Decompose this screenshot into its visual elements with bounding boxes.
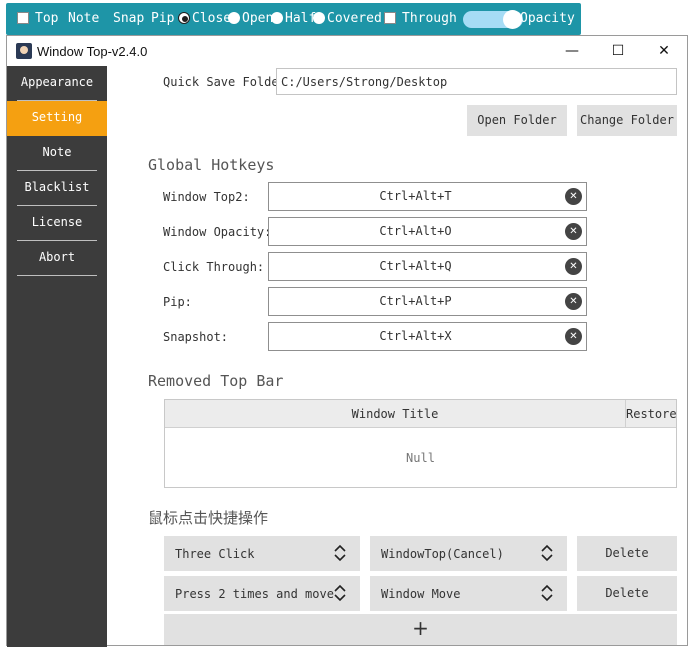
clear-icon[interactable]: ✕ <box>565 328 582 345</box>
sidebar-item-label: Blacklist <box>24 180 90 194</box>
quick-save-value: C:/Users/Strong/Desktop <box>281 75 448 89</box>
clear-icon[interactable]: ✕ <box>565 223 582 240</box>
change-folder-button[interactable]: Change Folder <box>577 105 677 136</box>
hotkey-value: Ctrl+Alt+X <box>379 329 452 343</box>
close-button[interactable]: ✕ <box>641 36 687 66</box>
select-value: Press 2 times and move <box>175 587 334 601</box>
pip-option-open[interactable]: Open <box>242 11 273 26</box>
mouse-trigger-select[interactable]: Three Click <box>164 536 360 571</box>
removed-top-bar-table: Window Title Restore Null <box>164 399 677 488</box>
window-title: Window Top-v2.4.0 <box>37 44 148 59</box>
sidebar-item-label: Note <box>42 145 72 159</box>
hotkey-value: Ctrl+Alt+P <box>379 294 452 308</box>
delete-button[interactable]: Delete <box>577 536 677 571</box>
app-icon <box>16 43 32 59</box>
sidebar-item-setting[interactable]: Setting <box>7 101 107 136</box>
pip-option-covered[interactable]: Covered <box>327 11 382 26</box>
sidebar-item-label: License <box>31 215 83 229</box>
main-window: Window Top-v2.4.0 — ☐ ✕ Appearance Setti… <box>6 35 688 647</box>
pip-radio-open[interactable] <box>228 12 240 24</box>
through-label[interactable]: Through <box>402 11 457 26</box>
select-value: Window Move <box>381 587 461 601</box>
column-header-window-title: Window Title <box>351 407 439 421</box>
global-hotkeys-title: Global Hotkeys <box>148 156 275 174</box>
sidebar-item-note[interactable]: Note <box>7 136 107 171</box>
hotkey-field-window-opacity[interactable]: Ctrl+Alt+O ✕ <box>268 217 587 246</box>
pip-label: Pip <box>151 11 175 26</box>
top-checkbox[interactable] <box>17 12 29 24</box>
sidebar-item-blacklist[interactable]: Blacklist <box>7 171 107 206</box>
sidebar-item-label: Setting <box>31 110 83 124</box>
sidebar-item-label: Appearance <box>20 75 94 89</box>
select-value: WindowTop(Cancel) <box>381 547 504 561</box>
title-bar: Window Top-v2.4.0 — ☐ ✕ <box>7 36 687 66</box>
maximize-button[interactable]: ☐ <box>595 36 641 66</box>
table-empty-text: Null <box>406 451 435 465</box>
mouse-actions-title: 鼠标点击快捷操作 <box>148 509 269 527</box>
mouse-trigger-select[interactable]: Press 2 times and move <box>164 576 360 611</box>
up-down-chevron-icon <box>541 584 553 602</box>
pip-option-half[interactable]: Half <box>285 11 316 26</box>
mouse-action-select[interactable]: WindowTop(Cancel) <box>370 536 567 571</box>
pip-radio-half[interactable] <box>271 12 283 24</box>
pip-option-close[interactable]: Close <box>192 11 231 26</box>
note-button[interactable]: Note <box>68 11 99 26</box>
hotkey-label-window-top: Window Top2: <box>163 190 250 204</box>
pip-radio-covered[interactable] <box>313 12 325 24</box>
minimize-button[interactable]: — <box>549 36 595 66</box>
clear-icon[interactable]: ✕ <box>565 258 582 275</box>
sidebar-item-appearance[interactable]: Appearance <box>7 66 107 101</box>
delete-button[interactable]: Delete <box>577 576 677 611</box>
hotkey-field-click-through[interactable]: Ctrl+Alt+Q ✕ <box>268 252 587 281</box>
divider <box>17 275 97 276</box>
hotkey-field-window-top[interactable]: Ctrl+Alt+T ✕ <box>268 182 587 211</box>
sidebar: Appearance Setting Note Blacklist Licens… <box>7 66 107 647</box>
pip-radio-close[interactable] <box>178 12 190 24</box>
select-value: Three Click <box>175 547 255 561</box>
hotkey-label-snapshot: Snapshot: <box>163 330 229 344</box>
removed-top-bar-title: Removed Top Bar <box>148 372 284 390</box>
hotkey-label-pip: Pip: <box>163 295 192 309</box>
floating-top-bar: Top Note Snap Pip Close Open Half Covere… <box>6 3 581 35</box>
opacity-label: Opacity <box>520 11 575 26</box>
sidebar-item-label: Abort <box>38 250 76 264</box>
top-label[interactable]: Top <box>35 11 58 26</box>
open-folder-button[interactable]: Open Folder <box>467 105 567 136</box>
hotkey-label-window-opacity: Window Opacity: <box>163 225 272 239</box>
hotkey-value: Ctrl+Alt+Q <box>379 259 452 273</box>
hotkey-field-pip[interactable]: Ctrl+Alt+P ✕ <box>268 287 587 316</box>
add-button[interactable]: + <box>164 614 677 645</box>
through-checkbox[interactable] <box>384 12 396 24</box>
column-header-restore: Restore <box>626 407 677 421</box>
up-down-chevron-icon <box>334 584 346 602</box>
quick-save-label: Quick Save Folder: <box>163 75 294 89</box>
up-down-chevron-icon <box>541 544 553 562</box>
sidebar-item-abort[interactable]: Abort <box>7 241 107 276</box>
clear-icon[interactable]: ✕ <box>565 293 582 310</box>
quick-save-field[interactable]: C:/Users/Strong/Desktop <box>276 68 677 95</box>
hotkey-value: Ctrl+Alt+T <box>379 189 452 203</box>
opacity-toggle[interactable] <box>463 10 523 29</box>
table-header: Window Title Restore <box>165 400 677 428</box>
hotkey-field-snapshot[interactable]: Ctrl+Alt+X ✕ <box>268 322 587 351</box>
snap-button[interactable]: Snap <box>113 11 144 26</box>
hotkey-label-click-through: Click Through: <box>163 260 265 274</box>
clear-icon[interactable]: ✕ <box>565 188 582 205</box>
mouse-action-select[interactable]: Window Move <box>370 576 567 611</box>
sidebar-item-license[interactable]: License <box>7 206 107 241</box>
up-down-chevron-icon <box>334 544 346 562</box>
hotkey-value: Ctrl+Alt+O <box>379 224 452 238</box>
